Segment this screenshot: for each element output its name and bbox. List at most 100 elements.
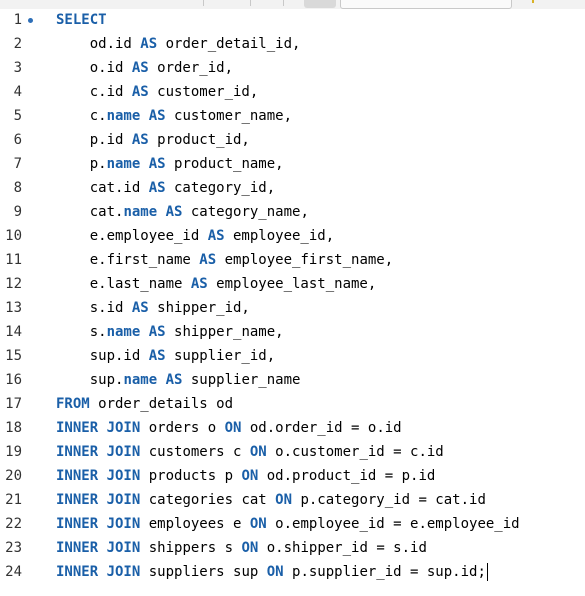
code-line[interactable]: 18 INNER JOIN orders o ON od.order_id = o… <box>0 416 585 440</box>
sql-text: customer_name, <box>165 108 293 124</box>
code-text: INNER JOIN orders o ON od.order_id = o.i… <box>56 416 402 440</box>
sql-keyword: ON <box>275 492 293 508</box>
code-line[interactable]: 5 c.name AS customer_name, <box>0 104 585 128</box>
code-line[interactable]: 23 INNER JOIN shippers s ON o.shipper_id … <box>0 536 585 560</box>
code-text: p.name AS product_name, <box>56 152 284 176</box>
sql-keyword: AS <box>131 132 149 148</box>
code-line[interactable]: 7 p.name AS product_name, <box>0 152 585 176</box>
sql-keyword: AS <box>207 228 225 244</box>
sql-text: categories cat <box>140 492 276 508</box>
sql-text: product_id, <box>148 132 250 148</box>
sql-keyword: ON <box>249 516 267 532</box>
sql-text: o.shipper_id = s.id <box>258 540 427 556</box>
line-number: 3 <box>13 60 22 76</box>
line-number: 8 <box>13 180 22 196</box>
sql-text: product_name, <box>165 156 284 172</box>
sql-keyword: ON <box>241 468 259 484</box>
code-line[interactable]: 2 od.id AS order_detail_id, <box>0 32 585 56</box>
code-line[interactable]: 15 sup.id AS supplier_id, <box>0 344 585 368</box>
toolbar-active-button[interactable] <box>304 0 336 8</box>
current-statement-marker-icon <box>28 18 33 23</box>
toolbar-icon[interactable] <box>250 0 265 6</box>
sql-text: c. <box>56 108 107 124</box>
sql-keyword: AS <box>148 108 166 124</box>
code-line[interactable]: 9 cat.name AS category_name, <box>0 200 585 224</box>
line-number: 19 <box>5 444 22 460</box>
code-line[interactable]: 1 SELECT <box>0 8 585 32</box>
sql-text: orders o <box>140 420 225 436</box>
code-line[interactable]: 20 INNER JOIN products p ON od.product_id… <box>0 464 585 488</box>
code-line[interactable]: 22 INNER JOIN employees e ON o.employee_i… <box>0 512 585 536</box>
code-text: INNER JOIN employees e ON o.employee_id … <box>56 512 520 536</box>
sql-identifier-keyword: name <box>106 108 141 124</box>
sql-text: order_details od <box>89 396 234 412</box>
sql-keyword: AS <box>140 36 158 52</box>
sql-text: supplier_id, <box>165 348 276 364</box>
sql-keyword: AS <box>190 276 208 292</box>
code-line[interactable]: 19 INNER JOIN customers c ON o.customer_i… <box>0 440 585 464</box>
sql-text: shipper_id, <box>148 300 250 316</box>
sql-text: supplier_name <box>182 372 301 388</box>
code-text: SELECT <box>56 8 107 32</box>
sql-text: shipper_name, <box>165 324 284 340</box>
line-number: 22 <box>5 516 22 532</box>
sql-keyword: ON <box>266 564 284 580</box>
sql-text: employee_first_name, <box>216 252 394 268</box>
sql-text: employees e <box>140 516 250 532</box>
code-line[interactable]: 11 e.first_name AS employee_first_name, <box>0 248 585 272</box>
code-text: e.first_name AS employee_first_name, <box>56 248 393 272</box>
code-line[interactable]: 4 c.id AS customer_id, <box>0 80 585 104</box>
sql-keyword: SELECT <box>56 12 107 28</box>
code-text: e.last_name AS employee_last_name, <box>56 272 377 296</box>
code-line[interactable]: 12 e.last_name AS employee_last_name, <box>0 272 585 296</box>
sql-keyword: AS <box>165 204 183 220</box>
sql-keyword: AS <box>131 60 149 76</box>
code-line[interactable]: 17 FROM order_details od <box>0 392 585 416</box>
code-line[interactable]: 6 p.id AS product_id, <box>0 128 585 152</box>
code-text: c.name AS customer_name, <box>56 104 292 128</box>
sql-text: employee_id, <box>224 228 335 244</box>
sql-editor[interactable]: 1 SELECT 2 od.id AS order_detail_id, 3 o.id… <box>0 8 585 596</box>
line-number: 1 <box>13 12 22 28</box>
toolbar-icon[interactable] <box>203 0 218 6</box>
code-line[interactable]: 14 s.name AS shipper_name, <box>0 320 585 344</box>
code-line[interactable]: 3 o.id AS order_id, <box>0 56 585 80</box>
line-number: 2 <box>13 36 22 52</box>
code-line[interactable]: 8 cat.id AS category_id, <box>0 176 585 200</box>
sql-text: p. <box>56 156 107 172</box>
code-text: od.id AS order_detail_id, <box>56 32 301 56</box>
line-number: 17 <box>5 396 22 412</box>
code-line[interactable]: 13 s.id AS shipper_id, <box>0 296 585 320</box>
code-text: INNER JOIN customers c ON o.customer_id … <box>56 440 444 464</box>
line-number: 16 <box>5 372 22 388</box>
sql-text: category_name, <box>182 204 309 220</box>
sql-keyword: INNER JOIN <box>56 420 141 436</box>
sql-text: e.last_name <box>56 276 191 292</box>
sql-text: cat.id <box>56 180 149 196</box>
sql-text: customers c <box>140 444 250 460</box>
code-line[interactable]: 21 INNER JOIN categories cat ON p.categor… <box>0 488 585 512</box>
sql-keyword: AS <box>148 156 166 172</box>
sql-keyword: AS <box>199 252 217 268</box>
sql-text: order_id, <box>148 60 234 76</box>
code-text: FROM order_details od <box>56 392 233 416</box>
sql-text: products p <box>140 468 242 484</box>
code-line[interactable]: 16 sup.name AS supplier_name <box>0 368 585 392</box>
sql-keyword: AS <box>165 372 183 388</box>
sql-text: p.id <box>56 132 132 148</box>
line-number: 4 <box>13 84 22 100</box>
line-number: 20 <box>5 468 22 484</box>
toolbar-icon[interactable] <box>283 0 298 6</box>
sql-text: shippers s <box>140 540 242 556</box>
code-line[interactable]: 10 e.employee_id AS employee_id, <box>0 224 585 248</box>
code-text: INNER JOIN products p ON od.product_id =… <box>56 464 435 488</box>
sql-text: category_id, <box>165 180 276 196</box>
code-text: cat.name AS category_name, <box>56 200 309 224</box>
code-line[interactable]: 24 INNER JOIN suppliers sup ON p.supplier… <box>0 560 585 584</box>
line-number: 23 <box>5 540 22 556</box>
sql-keyword: FROM <box>56 396 90 412</box>
